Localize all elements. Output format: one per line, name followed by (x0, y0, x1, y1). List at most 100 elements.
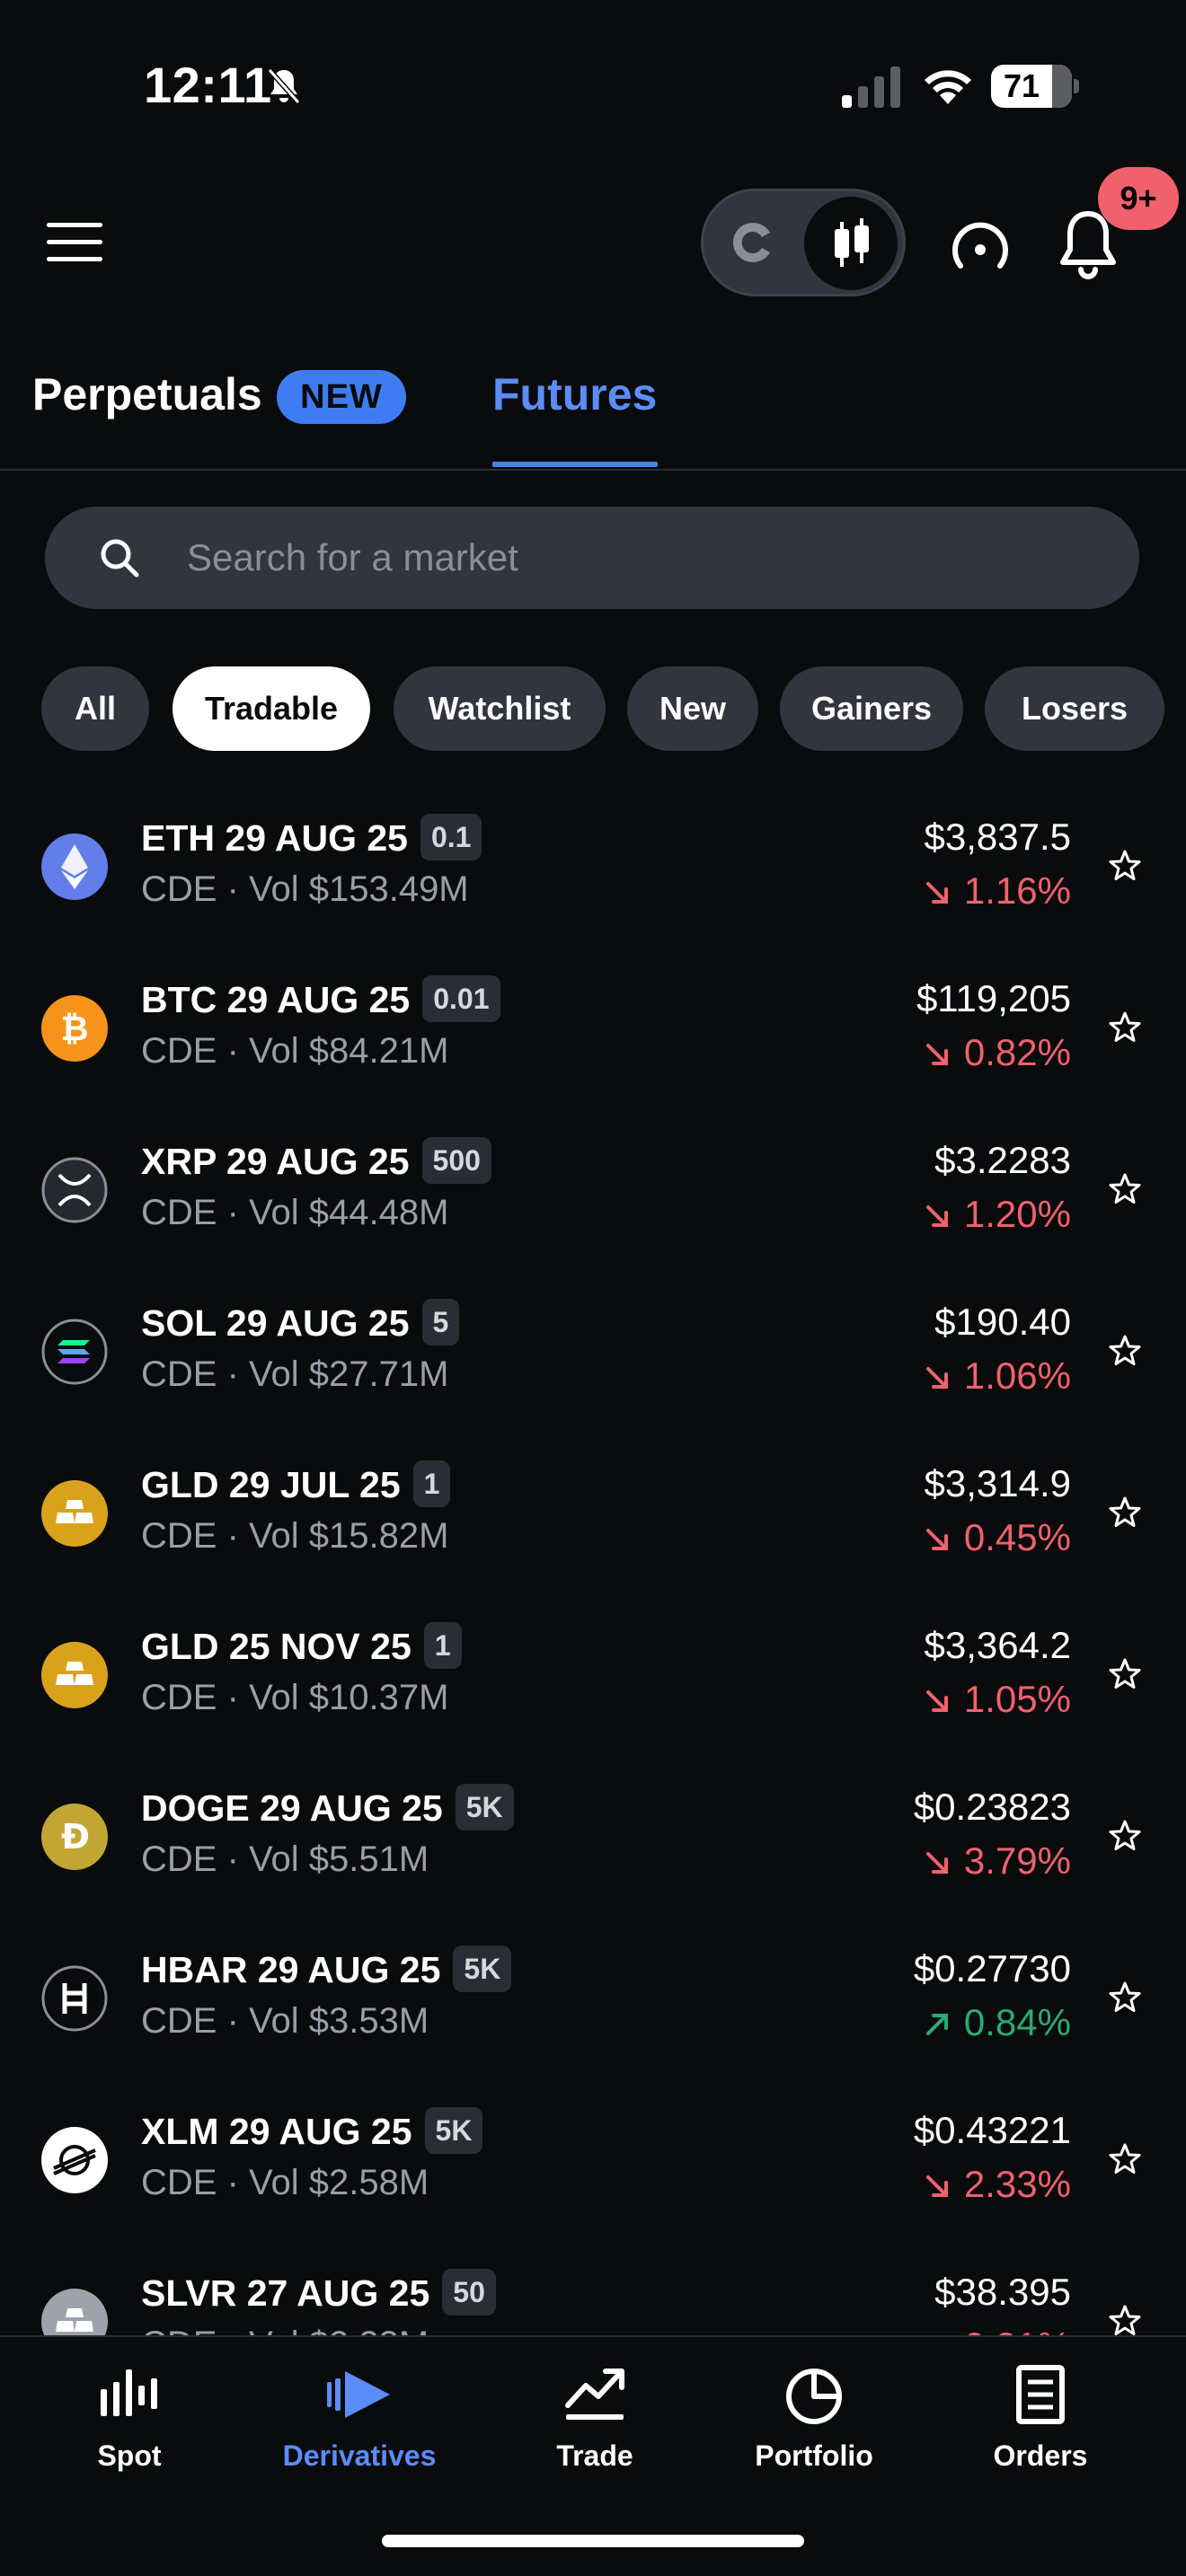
market-volume: CDE · Vol $2.58M (141, 2163, 429, 2202)
filter-losers[interactable]: Losers (985, 666, 1164, 751)
contract-size-badge: 5K (424, 2107, 483, 2154)
watchlist-star-icon[interactable] (1107, 1980, 1143, 2016)
market-name: HBAR 29 AUG 25 (141, 1949, 441, 1990)
watchlist-star-icon[interactable] (1107, 1171, 1143, 1207)
arrow-down-right-icon (925, 2175, 948, 2197)
contract-size-badge: 0.1 (420, 814, 482, 860)
notification-badge: 9+ (1098, 167, 1179, 230)
market-name: ETH 29 AUG 25 (141, 817, 408, 859)
gold-icon (41, 1480, 108, 1547)
market-row-eth[interactable]: ETH 29 AUG 25 0.1 CDE · Vol $153.49M $3,8… (0, 792, 1186, 954)
watchlist-star-icon[interactable] (1107, 1010, 1143, 1045)
app-mode-toggle[interactable] (701, 189, 906, 296)
market-row-xlm[interactable]: XLM 29 AUG 25 5K CDE · Vol $2.58M $0.4322… (0, 2086, 1186, 2247)
home-indicator (382, 2535, 804, 2547)
nav-trade[interactable]: Trade (496, 2362, 694, 2497)
search-icon (101, 539, 139, 578)
tab-perpetuals[interactable]: Perpetuals (32, 368, 262, 420)
svg-text:₿: ₿ (61, 1009, 89, 1048)
watchlist-star-icon[interactable] (1107, 2141, 1143, 2177)
arrow-down-right-icon (925, 1529, 948, 1550)
status-time: 12:11 (144, 57, 272, 113)
market-name: SLVR 27 AUG 25 (141, 2272, 430, 2314)
watchlist-star-icon[interactable] (1107, 1818, 1143, 1854)
arrow-down-right-icon (925, 1690, 948, 1712)
market-price: $0.43221 (913, 2109, 1071, 2151)
market-volume: CDE · Vol $84.21M (141, 1031, 449, 1071)
nav-derivatives[interactable]: Derivatives (261, 2362, 458, 2497)
contract-size-badge: 50 (442, 2269, 496, 2316)
market-price: $38.395 (934, 2271, 1071, 2313)
nav-spot[interactable]: Spot (31, 2362, 228, 2497)
market-volume: CDE · Vol $27.71M (141, 1354, 449, 1394)
contract-size-badge: 0.01 (422, 975, 500, 1022)
contract-size-badge: 500 (421, 1137, 491, 1184)
market-price: $3,314.9 (924, 1462, 1072, 1504)
market-change: 0.82% (925, 1031, 1071, 1074)
candlestick-icon (835, 218, 869, 267)
market-row-slvr[interactable]: SLVR 27 AUG 25 50 CDE · Vol $2.23M $38.39… (0, 2247, 1186, 2335)
tab-futures[interactable]: Futures (492, 368, 657, 420)
market-volume: CDE · Vol $44.48M (141, 1193, 449, 1232)
market-change: 1.06% (925, 1354, 1071, 1398)
market-row-doge[interactable]: Ð DOGE 29 AUG 25 5K CDE · Vol $5.51M $0.2… (0, 1762, 1186, 1924)
market-row-hbar[interactable]: HBAR 29 AUG 25 5K CDE · Vol $3.53M $0.277… (0, 1924, 1186, 2086)
portfolio-icon (786, 2369, 842, 2424)
market-price: $0.27730 (913, 1947, 1071, 1989)
watchlist-star-icon[interactable] (1107, 848, 1143, 884)
watchlist-star-icon[interactable] (1107, 1495, 1143, 1531)
watchlist-star-icon[interactable] (1107, 1333, 1143, 1369)
sol-icon (41, 1319, 108, 1385)
contract-size-badge: 1 (423, 1622, 462, 1669)
search-bar[interactable] (45, 507, 1139, 609)
advanced-mode-button[interactable] (804, 197, 898, 290)
nav-portfolio[interactable]: Portfolio (715, 2362, 913, 2497)
gauge-icon[interactable] (948, 214, 1013, 278)
market-change: 2.33% (925, 2163, 1071, 2206)
new-badge: NEW (277, 370, 406, 424)
xlm-icon (41, 2127, 108, 2193)
market-volume: CDE · Vol $2.23M (141, 2325, 429, 2335)
contract-size-badge: 1 (412, 1460, 451, 1507)
market-price: $3,364.2 (924, 1624, 1072, 1666)
silent-bell-icon (267, 68, 301, 104)
svg-text:Ð: Ð (61, 1817, 90, 1857)
signal-icon (842, 66, 900, 108)
orders-icon (1016, 2365, 1065, 2424)
menu-icon[interactable] (47, 223, 104, 262)
market-row-gld-nov[interactable]: GLD 25 NOV 25 1 CDE · Vol $10.37M $3,364.… (0, 1601, 1186, 1762)
battery-level: 71 (1003, 67, 1040, 104)
market-change: 1.16% (925, 869, 1071, 913)
market-list: ETH 29 AUG 25 0.1 CDE · Vol $153.49M $3,8… (0, 792, 1186, 2335)
silver-icon (41, 2289, 108, 2335)
filter-new[interactable]: New (627, 666, 758, 751)
watchlist-star-icon[interactable] (1107, 1656, 1143, 1692)
market-price: $190.40 (934, 1301, 1071, 1343)
nav-orders[interactable]: Orders (942, 2362, 1139, 2497)
market-change: 0.21% (925, 2325, 1071, 2335)
filter-all[interactable]: All (41, 666, 149, 751)
status-bar: 12:11 71 (0, 0, 1186, 171)
watchlist-star-icon[interactable] (1107, 2303, 1143, 2335)
battery-icon: 71 (991, 65, 1079, 108)
market-change: 0.45% (925, 1516, 1071, 1559)
arrow-down-right-icon (925, 882, 948, 904)
xrp-icon (41, 1157, 108, 1223)
search-input[interactable] (187, 507, 1085, 609)
market-name: BTC 29 AUG 25 (141, 979, 411, 1020)
contract-size-badge: 5 (421, 1299, 460, 1345)
filter-tradable[interactable]: Tradable (173, 666, 370, 751)
market-volume: CDE · Vol $153.49M (141, 869, 469, 909)
market-row-btc[interactable]: ₿ BTC 29 AUG 25 0.01 CDE · Vol $84.21M $1… (0, 954, 1186, 1116)
filter-gainers[interactable]: Gainers (780, 666, 963, 751)
market-row-sol[interactable]: SOL 29 AUG 25 5 CDE · Vol $27.71M $190.40… (0, 1277, 1186, 1439)
market-name: GLD 29 JUL 25 (141, 1464, 401, 1505)
market-name: SOL 29 AUG 25 (141, 1302, 410, 1344)
market-name: GLD 25 NOV 25 (141, 1626, 412, 1667)
market-row-xrp[interactable]: XRP 29 AUG 25 500 CDE · Vol $44.48M $3.22… (0, 1116, 1186, 1277)
market-row-gld-jul[interactable]: GLD 29 JUL 25 1 CDE · Vol $15.82M $3,314.… (0, 1439, 1186, 1601)
market-price: $3,837.5 (924, 816, 1072, 858)
trade-icon (565, 2369, 624, 2420)
contract-size-badge: 5K (455, 1784, 514, 1831)
filter-watchlist[interactable]: Watchlist (394, 666, 606, 751)
